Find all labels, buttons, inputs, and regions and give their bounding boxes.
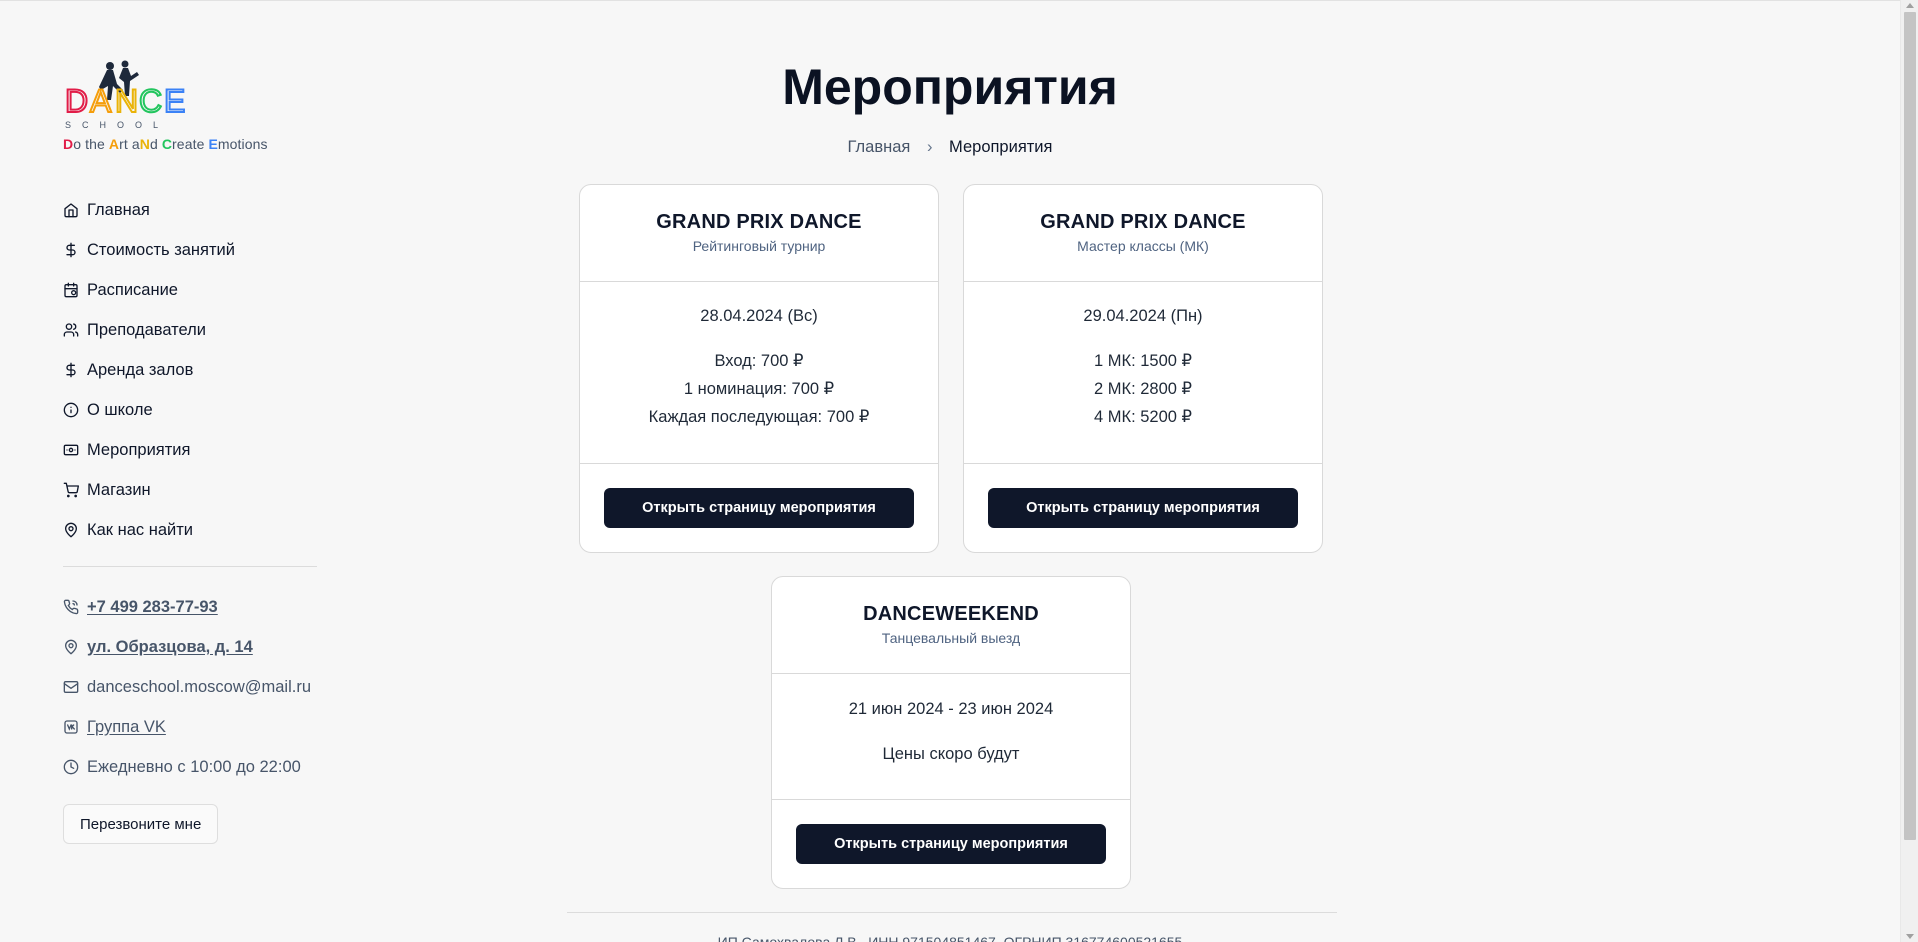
sidebar-item-label: Преподаватели — [87, 320, 207, 339]
event-subtitle: Мастер классы (МК) — [1077, 238, 1209, 254]
scrollbar-thumb[interactable] — [1904, 12, 1916, 840]
sidebar: D A N C E SCHOOL Do the Art aNd Create E… — [63, 60, 323, 844]
map-pin-icon — [64, 522, 78, 538]
event-title: GRAND PRIX DANCE — [1040, 211, 1246, 233]
event-card-footer: Открыть страницу мероприятия — [964, 464, 1322, 552]
sidebar-item-events[interactable]: Мероприятия — [63, 430, 323, 470]
contact-address[interactable]: ул. Образцова, д. 14 — [63, 627, 323, 667]
breadcrumb-current: Мероприятия — [949, 138, 1053, 156]
open-event-button[interactable]: Открыть страницу мероприятия — [988, 488, 1298, 528]
sidebar-item-teachers[interactable]: Преподаватели — [63, 310, 323, 350]
hours-text: Ежедневно с 10:00 до 22:00 — [87, 757, 301, 776]
event-title: GRAND PRIX DANCE — [656, 211, 862, 233]
mail-icon — [63, 681, 79, 693]
sidebar-item-shop[interactable]: Магазин — [63, 470, 323, 510]
event-card-body: 29.04.2024 (Пн) 1 МК: 1500 ₽ 2 МК: 2800 … — [964, 282, 1322, 464]
contact-vk[interactable]: Группа VK — [63, 707, 323, 747]
sidebar-item-label: Мероприятия — [87, 440, 191, 459]
event-card: GRAND PRIX DANCE Рейтинговый турнир 28.0… — [579, 184, 939, 553]
top-border — [0, 0, 1900, 1]
info-icon — [63, 402, 79, 418]
callback-button[interactable]: Перезвоните мне — [63, 804, 219, 844]
event-price: 1 номинация: 700 ₽ — [683, 380, 835, 398]
sidebar-item-rent[interactable]: Аренда залов — [63, 350, 323, 390]
address-link[interactable]: ул. Образцова, д. 14 — [87, 638, 253, 657]
event-card-header: GRAND PRIX DANCE Рейтинговый турнир — [580, 185, 938, 282]
logo-school-text: SCHOOL — [65, 120, 169, 130]
clock-icon — [63, 759, 79, 775]
footer-legal-text: ИП Самохвалова Л.В., ИНН 971504851467, О… — [717, 934, 1183, 942]
event-date: 21 июн 2024 - 23 июн 2024 — [848, 700, 1054, 718]
scroll-up-icon[interactable] — [1906, 3, 1914, 8]
ticket-icon — [63, 444, 79, 456]
event-price: 2 МК: 2800 ₽ — [1093, 380, 1193, 398]
chevron-right-icon: › — [926, 138, 933, 156]
event-card-footer: Открыть страницу мероприятия — [580, 464, 938, 552]
event-price: 1 МК: 1500 ₽ — [1093, 352, 1193, 370]
open-event-button[interactable]: Открыть страницу мероприятия — [796, 824, 1106, 864]
vk-icon — [64, 720, 78, 734]
dollar-icon — [66, 362, 76, 378]
sidebar-item-label: Расписание — [87, 280, 178, 299]
event-subtitle: Рейтинговый турнир — [692, 238, 826, 254]
sidebar-item-label: Магазин — [87, 480, 151, 499]
users-icon — [63, 323, 79, 337]
event-date: 29.04.2024 (Пн) — [1083, 307, 1203, 325]
sidebar-item-prices[interactable]: Стоимость занятий — [63, 230, 323, 270]
sidebar-item-label: Главная — [87, 200, 150, 219]
phone-icon — [63, 599, 79, 615]
map-pin-icon — [64, 639, 78, 655]
breadcrumb: Главная › Мероприятия — [0, 138, 1900, 157]
event-card: DANCEWEEKEND Танцевальный выезд 21 июн 2… — [771, 576, 1131, 889]
phone-link[interactable]: +7 499 283-77-93 — [87, 598, 218, 617]
home-icon — [64, 203, 78, 218]
event-card-header: DANCEWEEKEND Танцевальный выезд — [772, 577, 1130, 674]
sidebar-item-label: Аренда залов — [87, 360, 194, 379]
vk-link[interactable]: Группа VK — [87, 718, 166, 737]
sidebar-item-location[interactable]: Как нас найти — [63, 510, 323, 550]
sidebar-nav: Главная Стоимость занятий Расписание Пре… — [63, 190, 323, 550]
sidebar-item-schedule[interactable]: Расписание — [63, 270, 323, 310]
event-card-body: 21 июн 2024 - 23 июн 2024 Цены скоро буд… — [772, 674, 1130, 800]
sidebar-item-home[interactable]: Главная — [63, 190, 323, 230]
event-card: GRAND PRIX DANCE Мастер классы (МК) 29.0… — [963, 184, 1323, 553]
scroll-down-icon[interactable] — [1906, 934, 1914, 939]
page-scrollbar[interactable] — [1900, 0, 1918, 942]
sidebar-item-label: Как нас найти — [87, 520, 193, 539]
sidebar-item-label: О школе — [87, 400, 153, 419]
event-price: Вход: 700 ₽ — [714, 352, 804, 370]
event-card-header: GRAND PRIX DANCE Мастер классы (МК) — [964, 185, 1322, 282]
footer-divider — [567, 912, 1337, 913]
event-card-body: 28.04.2024 (Вс) Вход: 700 ₽ 1 номинация:… — [580, 282, 938, 464]
contact-email: danceschool.moscow@mail.ru — [63, 667, 323, 707]
event-date: 28.04.2024 (Вс) — [700, 307, 818, 325]
open-event-button[interactable]: Открыть страницу мероприятия — [604, 488, 914, 528]
calendar-icon — [64, 282, 78, 298]
event-subtitle: Танцевальный выезд — [881, 630, 1021, 646]
contact-hours: Ежедневно с 10:00 до 22:00 — [63, 747, 323, 787]
event-price: Цены скоро будут — [882, 745, 1020, 763]
email-text: danceschool.moscow@mail.ru — [87, 677, 312, 696]
cart-icon — [63, 482, 79, 498]
event-card-footer: Открыть страницу мероприятия — [772, 800, 1130, 888]
page-title: Мероприятия — [782, 59, 1118, 115]
dollar-icon — [66, 242, 76, 258]
event-price: 4 МК: 5200 ₽ — [1093, 408, 1193, 426]
event-price: Каждая последующая: 700 ₽ — [648, 408, 870, 426]
contact-phone[interactable]: +7 499 283-77-93 — [63, 587, 323, 627]
breadcrumb-home-link[interactable]: Главная — [848, 138, 911, 156]
event-title: DANCEWEEKEND — [863, 603, 1039, 625]
sidebar-divider — [63, 566, 317, 567]
sidebar-item-about[interactable]: О школе — [63, 390, 323, 430]
sidebar-item-label: Стоимость занятий — [87, 240, 235, 259]
